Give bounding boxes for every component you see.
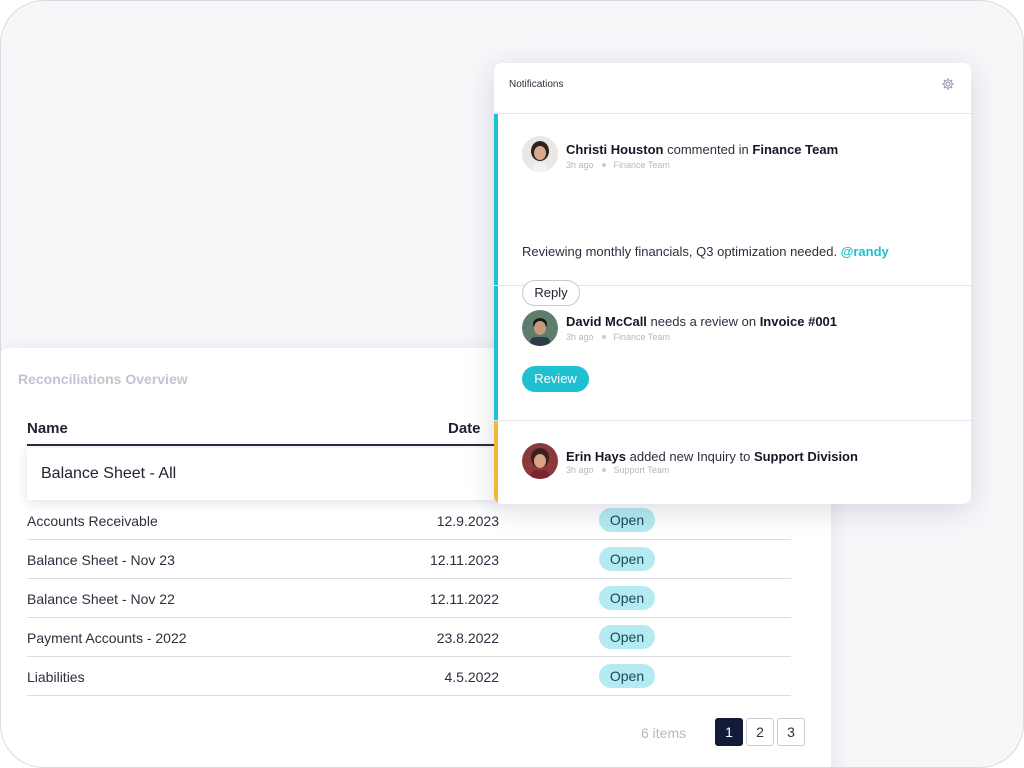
row-date: 23.8.2022 bbox=[436, 630, 499, 646]
dot-separator bbox=[601, 468, 606, 473]
notification-item[interactable]: David McCall needs a review on Invoice #… bbox=[494, 286, 971, 421]
notification-action: commented in bbox=[667, 142, 749, 157]
avatar bbox=[522, 443, 558, 479]
review-button[interactable]: Review bbox=[522, 366, 589, 392]
notification-headline: Christi Houston commented in Finance Tea… bbox=[566, 142, 838, 157]
row-name: Accounts Receivable bbox=[27, 513, 158, 529]
status-badge[interactable]: Open bbox=[599, 625, 655, 649]
notification-action: added new Inquiry to bbox=[629, 449, 751, 464]
notification-headline: David McCall needs a review on Invoice #… bbox=[566, 314, 837, 329]
notification-action: needs a review on bbox=[650, 314, 757, 329]
notification-target[interactable]: Invoice #001 bbox=[760, 314, 837, 329]
page-button-1[interactable]: 1 bbox=[715, 718, 743, 746]
notification-meta: 3h ago Finance Team bbox=[566, 160, 670, 170]
status-badge[interactable]: Open bbox=[599, 664, 655, 688]
highlighted-row[interactable]: Balance Sheet - All bbox=[27, 448, 507, 500]
table-row[interactable]: Balance Sheet - Nov 23 12.11.2023 Open bbox=[27, 540, 791, 579]
notification-target[interactable]: Support Division bbox=[754, 449, 858, 464]
row-name: Payment Accounts - 2022 bbox=[27, 630, 187, 646]
dot-separator bbox=[601, 335, 606, 340]
avatar bbox=[522, 310, 558, 346]
notifications-title: Notifications bbox=[509, 79, 564, 90]
notification-team: Finance Team bbox=[613, 160, 670, 170]
status-badge[interactable]: Open bbox=[599, 547, 655, 571]
highlighted-row-name: Balance Sheet - All bbox=[41, 465, 177, 482]
notification-message: Reviewing monthly financials, Q3 optimiz… bbox=[522, 244, 889, 259]
reconciliations-title: Reconciliations Overview bbox=[18, 371, 188, 387]
notification-team: Support Team bbox=[613, 465, 670, 475]
row-name: Liabilities bbox=[27, 669, 85, 685]
page-button-2[interactable]: 2 bbox=[746, 718, 774, 746]
notification-meta: 3h ago Support Team bbox=[566, 465, 669, 475]
notification-team: Finance Team bbox=[613, 332, 670, 342]
notification-headline: Erin Hays added new Inquiry to Support D… bbox=[566, 449, 858, 464]
row-date: 4.5.2022 bbox=[444, 669, 500, 685]
notification-time: 3h ago bbox=[566, 332, 594, 342]
table-row[interactable]: Accounts Receivable 12.9.2023 Open bbox=[27, 501, 791, 540]
notification-message-text: Reviewing monthly financials, Q3 optimiz… bbox=[522, 244, 838, 259]
row-name: Balance Sheet - Nov 22 bbox=[27, 591, 175, 607]
notification-item[interactable]: Erin Hays added new Inquiry to Support D… bbox=[494, 421, 971, 504]
notification-user[interactable]: Erin Hays bbox=[566, 449, 626, 464]
avatar bbox=[522, 136, 558, 172]
table-row[interactable]: Payment Accounts - 2022 23.8.2022 Open bbox=[27, 618, 791, 657]
status-badge[interactable]: Open bbox=[599, 508, 655, 532]
items-count: 6 items bbox=[641, 725, 687, 741]
table-row[interactable]: Balance Sheet - Nov 22 12.11.2022 Open bbox=[27, 579, 791, 618]
notifications-panel: Notifications Christi Houston commented … bbox=[494, 63, 971, 504]
row-date: 12.11.2022 bbox=[429, 591, 499, 607]
notifications-header: Notifications bbox=[494, 63, 971, 114]
column-header-name[interactable]: Name bbox=[27, 420, 68, 437]
notification-target[interactable]: Finance Team bbox=[752, 142, 838, 157]
notification-time: 3h ago bbox=[566, 465, 594, 475]
page-button-3[interactable]: 3 bbox=[777, 718, 805, 746]
app-frame: Reconciliations Overview Name Date Accou… bbox=[0, 0, 1024, 768]
row-date: 12.9.2023 bbox=[436, 513, 499, 529]
row-name: Balance Sheet - Nov 23 bbox=[27, 552, 175, 568]
header-divider bbox=[27, 444, 497, 446]
column-header-date[interactable]: Date bbox=[448, 420, 481, 437]
notification-accent-bar bbox=[494, 286, 498, 420]
dot-separator bbox=[601, 163, 606, 168]
notification-user[interactable]: Christi Houston bbox=[566, 142, 664, 157]
gear-icon[interactable] bbox=[941, 77, 955, 91]
notification-meta: 3h ago Finance Team bbox=[566, 332, 670, 342]
status-badge[interactable]: Open bbox=[599, 586, 655, 610]
row-date: 12.11.2023 bbox=[429, 552, 499, 568]
mention-link[interactable]: @randy bbox=[841, 244, 889, 259]
table-row[interactable]: Liabilities 4.5.2022 Open bbox=[27, 657, 791, 696]
notification-item[interactable]: Christi Houston commented in Finance Tea… bbox=[494, 114, 971, 306]
notification-accent-bar bbox=[494, 114, 498, 285]
notification-time: 3h ago bbox=[566, 160, 594, 170]
notification-accent-bar bbox=[494, 421, 498, 504]
notification-user[interactable]: David McCall bbox=[566, 314, 647, 329]
